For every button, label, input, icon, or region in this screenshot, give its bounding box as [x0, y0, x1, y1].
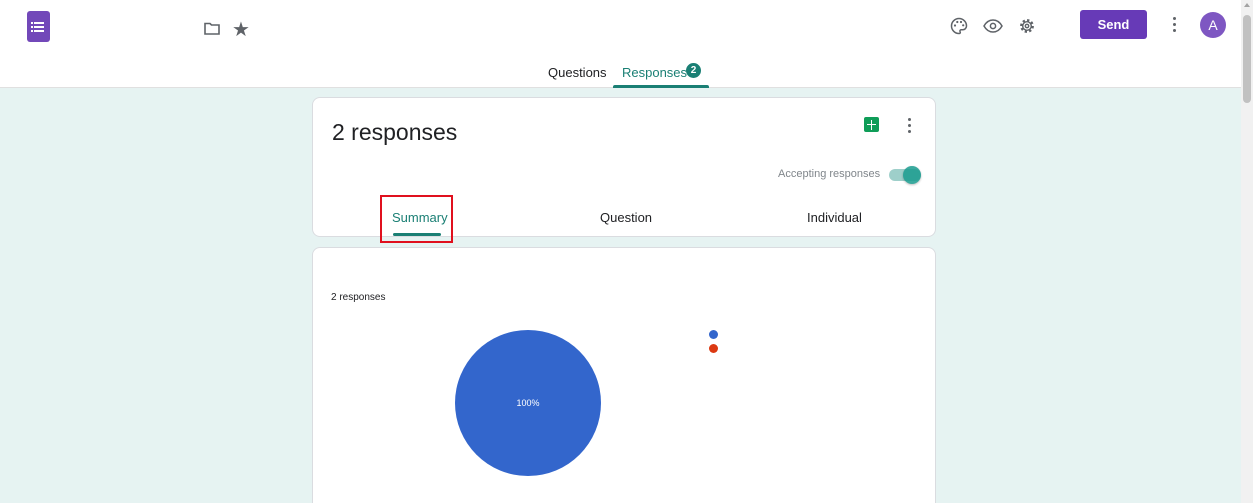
sheets-icon[interactable] — [864, 117, 879, 132]
avatar[interactable]: A — [1200, 12, 1226, 38]
forms-logo-icon[interactable] — [27, 11, 50, 42]
page-scrollbar[interactable] — [1241, 0, 1253, 503]
settings-gear-icon[interactable] — [1014, 13, 1040, 39]
subtab-individual[interactable]: Individual — [807, 210, 862, 225]
card-more-vert-icon[interactable] — [907, 116, 913, 134]
star-icon[interactable]: ★ — [232, 19, 250, 39]
app-header: ★ Send A Questions Responses 2 — [0, 0, 1241, 88]
tab-responses[interactable]: Responses — [622, 65, 687, 80]
responses-count-title: 2 responses — [332, 119, 458, 145]
summary-card: 2 responses 100% — [312, 247, 936, 503]
scrollbar-thumb[interactable] — [1243, 15, 1251, 103]
summary-highlight-box — [380, 195, 453, 243]
accepting-responses-toggle[interactable] — [889, 166, 921, 184]
pie-chart: 100% — [455, 330, 601, 476]
folder-icon[interactable] — [204, 22, 220, 40]
preview-eye-icon[interactable] — [980, 13, 1006, 39]
summary-response-count: 2 responses — [331, 292, 386, 303]
palette-icon[interactable] — [946, 13, 972, 39]
legend-dot-0 — [709, 330, 718, 339]
send-button[interactable]: Send — [1080, 10, 1147, 39]
subtab-question[interactable]: Question — [600, 210, 652, 225]
pie-slice-label-0: 100% — [516, 398, 539, 408]
legend-dot-1 — [709, 344, 718, 353]
scroll-up-arrow-icon[interactable] — [1244, 3, 1250, 7]
tab-questions[interactable]: Questions — [548, 65, 607, 80]
more-vert-icon[interactable] — [1171, 14, 1179, 36]
responses-count-badge: 2 — [686, 63, 701, 78]
accepting-responses-label: Accepting responses — [778, 168, 881, 180]
